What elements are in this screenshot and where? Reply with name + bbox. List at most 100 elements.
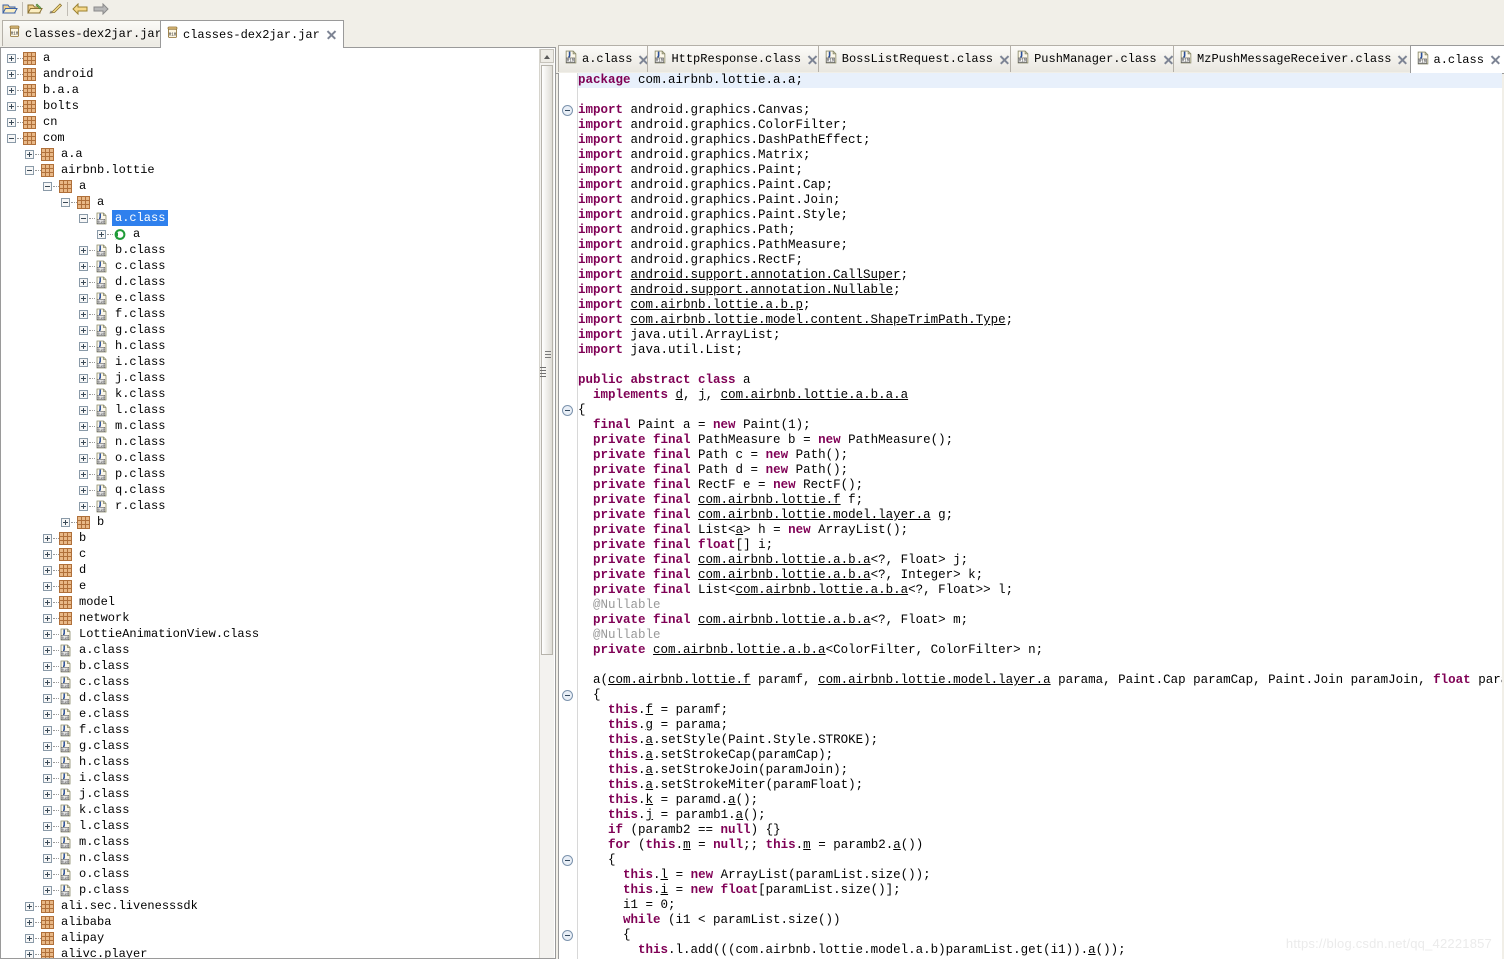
expand-icon[interactable] <box>43 629 52 639</box>
tree-node[interactable]: 010 m.class <box>1 418 541 434</box>
tree-node[interactable]: com <box>1 130 541 146</box>
expand-icon[interactable] <box>79 341 88 351</box>
tree-node[interactable]: 010 n.class <box>1 434 541 450</box>
expand-icon[interactable] <box>43 581 52 591</box>
expand-icon[interactable] <box>43 869 52 879</box>
code-reference-link[interactable]: com.airbnb.lottie.a.b.a <box>653 643 826 657</box>
tree-node[interactable]: 010 f.class <box>1 306 541 322</box>
close-icon[interactable] <box>807 54 818 65</box>
expand-icon[interactable] <box>7 101 16 111</box>
code-reference-link[interactable]: com.airbnb.lottie.a.b.a <box>698 613 871 627</box>
editor-tab[interactable]: 010 BossListRequest.class <box>817 45 1016 72</box>
tree-node[interactable]: 010 a.class <box>1 642 541 658</box>
tree-node[interactable]: 010 p.class <box>1 466 541 482</box>
tree-node[interactable]: a.a <box>1 146 541 162</box>
expand-icon[interactable] <box>43 741 52 751</box>
tree-node[interactable]: a <box>1 50 541 66</box>
expand-icon[interactable] <box>25 933 34 943</box>
tree-node[interactable]: 010 e.class <box>1 706 541 722</box>
code-reference-link[interactable]: com.airbnb.lottie.a.b.a.a <box>721 388 909 402</box>
tree-node[interactable]: model <box>1 594 541 610</box>
code-reference-link[interactable]: i <box>661 883 669 897</box>
editor-tab[interactable]: 010 PushManager.class <box>1010 45 1180 72</box>
code-reference-link[interactable]: j <box>698 388 706 402</box>
navigate-forward-icon[interactable] <box>90 1 110 17</box>
collapse-icon[interactable] <box>79 213 88 223</box>
tree-node[interactable]: airbnb.lottie <box>1 162 541 178</box>
collapse-icon[interactable] <box>43 181 52 191</box>
tree-node[interactable]: 010 n.class <box>1 850 541 866</box>
tree-node[interactable]: b <box>1 530 541 546</box>
expand-icon[interactable] <box>43 645 52 655</box>
expand-icon[interactable] <box>79 293 88 303</box>
editor-tab[interactable]: 010 a.class <box>1409 45 1504 73</box>
tree-node[interactable]: 010 e.class <box>1 290 541 306</box>
close-icon[interactable] <box>1397 54 1408 65</box>
expand-icon[interactable] <box>79 277 88 287</box>
expand-icon[interactable] <box>43 725 52 735</box>
code-reference-link[interactable]: g <box>646 718 654 732</box>
expand-icon[interactable] <box>25 949 34 958</box>
collapse-icon[interactable] <box>61 197 70 207</box>
expand-icon[interactable] <box>25 901 34 911</box>
expand-icon[interactable] <box>7 117 16 127</box>
tree-node[interactable]: 010 l.class <box>1 402 541 418</box>
editor-tab[interactable]: 010 a.class <box>558 45 656 72</box>
expand-icon[interactable] <box>79 309 88 319</box>
expand-icon[interactable] <box>79 469 88 479</box>
code-reference-link[interactable]: d <box>676 388 684 402</box>
editor-gutter[interactable] <box>559 73 578 959</box>
source-code-text[interactable]: package com.airbnb.lottie.a.a; import an… <box>578 73 1502 959</box>
code-reference-link[interactable]: android.support.annotation.CallSuper <box>631 268 901 282</box>
tree-node[interactable]: 010 j.class <box>1 786 541 802</box>
code-reference-link[interactable]: com.airbnb.lottie.f <box>608 673 751 687</box>
code-reference-link[interactable]: a <box>736 808 744 822</box>
tree-node[interactable]: 010 q.class <box>1 482 541 498</box>
expand-icon[interactable] <box>43 885 52 895</box>
tree-node[interactable]: 010 b.class <box>1 242 541 258</box>
code-reference-link[interactable]: a <box>646 733 654 747</box>
expand-icon[interactable] <box>25 917 34 927</box>
editor-tab[interactable]: 010 MzPushMessageReceiver.class <box>1173 45 1415 72</box>
expand-icon[interactable] <box>79 501 88 511</box>
expand-icon[interactable] <box>43 677 52 687</box>
tree-node[interactable]: b <box>1 514 541 530</box>
code-reference-link[interactable]: f <box>646 703 654 717</box>
expand-icon[interactable] <box>43 821 52 831</box>
close-icon[interactable] <box>1163 54 1174 65</box>
editor-tab[interactable]: 010 HttpResponse.class <box>647 45 825 72</box>
tree-node[interactable]: 010 g.class <box>1 322 541 338</box>
tree-node[interactable]: 010 h.class <box>1 338 541 354</box>
expand-icon[interactable] <box>25 149 34 159</box>
code-reference-link[interactable]: m <box>803 838 811 852</box>
tree-node[interactable]: 010 o.class <box>1 450 541 466</box>
code-reference-link[interactable]: com.airbnb.lottie.a.b.a <box>698 553 871 567</box>
fold-collapse-icon[interactable] <box>562 690 573 701</box>
expand-icon[interactable] <box>43 773 52 783</box>
tree-node[interactable]: 010 LottieAnimationView.class <box>1 626 541 642</box>
expand-icon[interactable] <box>79 325 88 335</box>
code-reference-link[interactable]: a <box>728 793 736 807</box>
code-reference-link[interactable]: l <box>661 868 669 882</box>
code-reference-link[interactable]: com.airbnb.lottie.model.layer.a <box>818 673 1051 687</box>
close-icon[interactable] <box>999 54 1010 65</box>
code-reference-link[interactable]: m <box>683 838 691 852</box>
tree-node[interactable]: 010 c.class <box>1 258 541 274</box>
tree-node[interactable]: 010 g.class <box>1 738 541 754</box>
expand-icon[interactable] <box>97 229 106 239</box>
tree-node[interactable]: 010 c.class <box>1 674 541 690</box>
expand-icon[interactable] <box>43 565 52 575</box>
code-reference-link[interactable]: a <box>736 523 744 537</box>
tree-vertical-scrollbar[interactable] <box>539 49 554 958</box>
code-reference-link[interactable]: a <box>646 778 654 792</box>
scroll-up-arrow[interactable] <box>540 49 554 63</box>
scroll-thumb[interactable] <box>541 65 553 655</box>
close-icon[interactable] <box>326 29 337 40</box>
source-editor[interactable]: package com.airbnb.lottie.a.a; import an… <box>558 73 1502 959</box>
expand-icon[interactable] <box>43 613 52 623</box>
code-reference-link[interactable]: a <box>893 838 901 852</box>
open-file-icon[interactable] <box>0 1 20 17</box>
collapse-icon[interactable] <box>7 133 16 143</box>
code-reference-link[interactable]: com.airbnb.lottie.model.layer.a <box>698 508 931 522</box>
code-reference-link[interactable]: com.airbnb.lottie.a.b.a <box>698 568 871 582</box>
